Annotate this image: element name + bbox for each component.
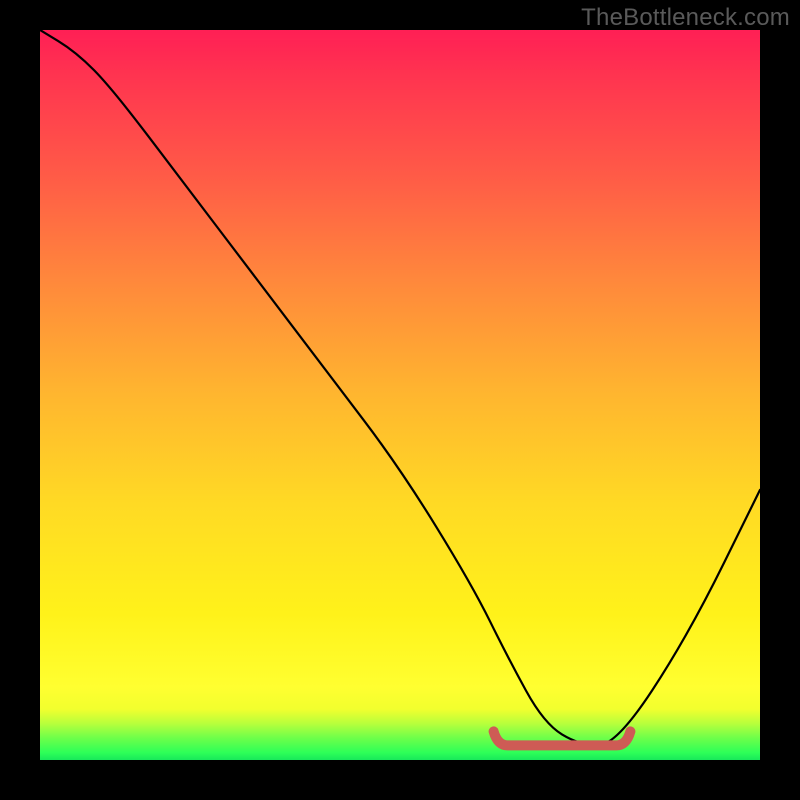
plot-area [40, 30, 760, 760]
chart-overlay [40, 30, 760, 760]
chart-frame: TheBottleneck.com [0, 0, 800, 800]
watermark: TheBottleneck.com [581, 4, 790, 32]
bottleneck-curve [40, 30, 760, 745]
